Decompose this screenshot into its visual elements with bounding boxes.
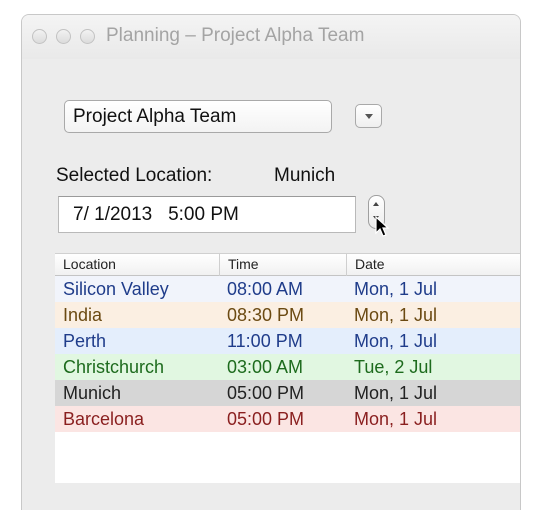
selected-location-value: Munich — [274, 165, 336, 186]
cell-time: 08:00 AM — [227, 279, 304, 299]
cell-location: India — [63, 305, 103, 325]
cell-time: 03:00 AM — [227, 357, 304, 377]
team-dropdown-button[interactable] — [355, 104, 382, 128]
planning-window: Planning – Project Alpha Team Project Al… — [21, 14, 521, 510]
cell-date: Mon, 1 Jul — [354, 305, 438, 325]
table-row[interactable]: India 08:30 PM Mon, 1 Jul — [55, 302, 520, 328]
cell-date: Mon, 1 Jul — [354, 409, 438, 429]
cell-date: Mon, 1 Jul — [354, 331, 438, 351]
title-bar: Planning – Project Alpha Team — [22, 15, 520, 59]
cell-location: Munich — [63, 383, 122, 403]
window-title: Planning – Project Alpha Team — [106, 25, 365, 46]
mouse-pointer-icon — [375, 216, 390, 237]
column-header-time[interactable]: Time — [219, 254, 346, 276]
cell-time: 11:00 PM — [227, 331, 303, 351]
cell-location: Silicon Valley — [63, 279, 169, 299]
table-header: Location Time Date — [55, 254, 520, 276]
cell-time: 05:00 PM — [227, 383, 305, 403]
cell-location: Barcelona — [63, 409, 145, 429]
cell-time: 08:30 PM — [227, 305, 305, 325]
cell-date: Tue, 2 Jul — [354, 357, 433, 377]
cell-date: Mon, 1 Jul — [354, 279, 438, 299]
cell-location: Perth — [63, 331, 107, 351]
cell-time: 05:00 PM — [227, 409, 305, 429]
minimize-window-button[interactable] — [56, 29, 71, 44]
team-popup-button[interactable]: Project Alpha Team — [64, 100, 332, 133]
table-row[interactable]: Perth 11:00 PM Mon, 1 Jul — [55, 328, 520, 354]
table-row[interactable]: Christchurch 03:00 AM Tue, 2 Jul — [55, 354, 520, 380]
table-row[interactable]: Barcelona 05:00 PM Mon, 1 Jul — [55, 406, 520, 432]
table-row[interactable]: Munich 05:00 PM Mon, 1 Jul — [55, 380, 520, 406]
close-window-button[interactable] — [32, 29, 47, 44]
column-header-location[interactable]: Location — [55, 254, 219, 276]
chevron-down-icon — [365, 114, 373, 119]
cell-location: Christchurch — [63, 357, 165, 377]
selected-location-label: Selected Location: — [56, 165, 213, 186]
location-table: Location Time Date Silicon Valley 08:00 … — [55, 253, 520, 483]
column-header-date[interactable]: Date — [346, 254, 520, 276]
table-row[interactable]: Silicon Valley 08:00 AM Mon, 1 Jul — [55, 276, 520, 302]
datetime-field[interactable]: 7/ 1/2013 5:00 PM — [58, 196, 356, 233]
stepper-up-icon[interactable] — [373, 202, 379, 206]
zoom-window-button[interactable] — [80, 29, 95, 44]
cell-date: Mon, 1 Jul — [354, 383, 438, 403]
